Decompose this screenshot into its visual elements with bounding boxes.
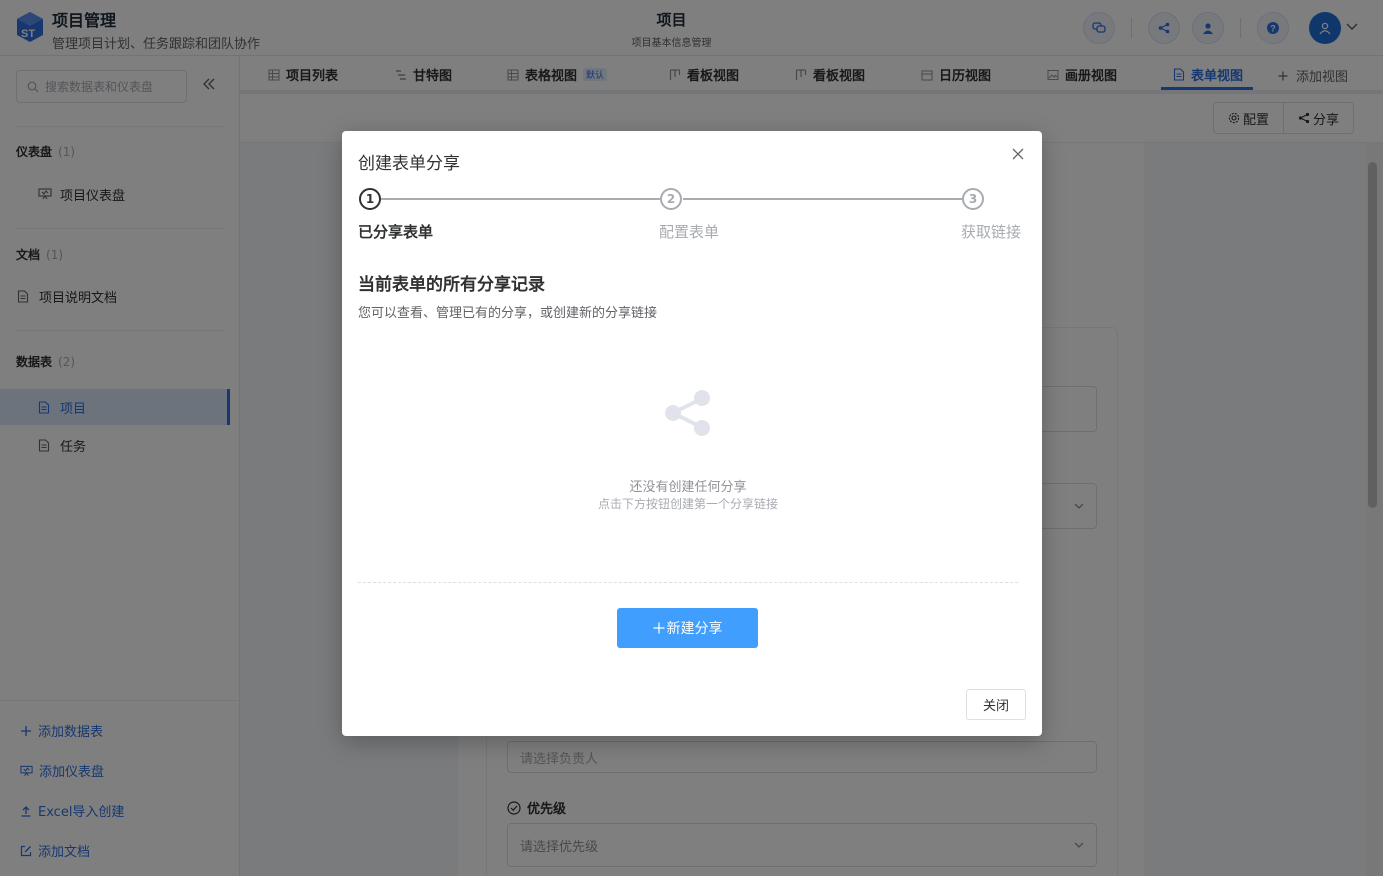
plus-icon: [653, 622, 664, 634]
empty-state-hint: 点击下方按钮创建第一个分享链接: [597, 497, 778, 511]
close-icon: [1012, 148, 1024, 160]
step-2-circle: 2: [660, 188, 682, 210]
step-connector-1: [381, 198, 660, 200]
step-3-circle: 3: [962, 188, 984, 210]
dialog-heading: 当前表单的所有分享记录: [358, 275, 545, 295]
step-2-label: 配置表单: [659, 223, 720, 241]
dialog-description: 您可以查看、管理已有的分享，或创建新的分享链接: [358, 306, 658, 321]
dialog-divider: [358, 582, 1018, 583]
step-1-label: 已分享表单: [358, 223, 434, 241]
empty-state-title: 还没有创建任何分享: [629, 480, 747, 495]
share-empty-icon: [665, 390, 710, 436]
dialog-title: 创建表单分享: [358, 154, 460, 174]
close-button[interactable]: 关闭: [966, 689, 1026, 720]
share-dialog: 创建表单分享 1 2 3 已分享表单 配置表单 获取链接 当前表单的所有分享记录…: [342, 131, 1042, 736]
new-share-button[interactable]: 新建分享: [617, 608, 758, 648]
step-connector-2: [683, 198, 963, 200]
dialog-close-button[interactable]: [1010, 146, 1026, 162]
step-1-circle: 1: [359, 188, 381, 210]
step-3-label: 获取链接: [961, 223, 1022, 241]
